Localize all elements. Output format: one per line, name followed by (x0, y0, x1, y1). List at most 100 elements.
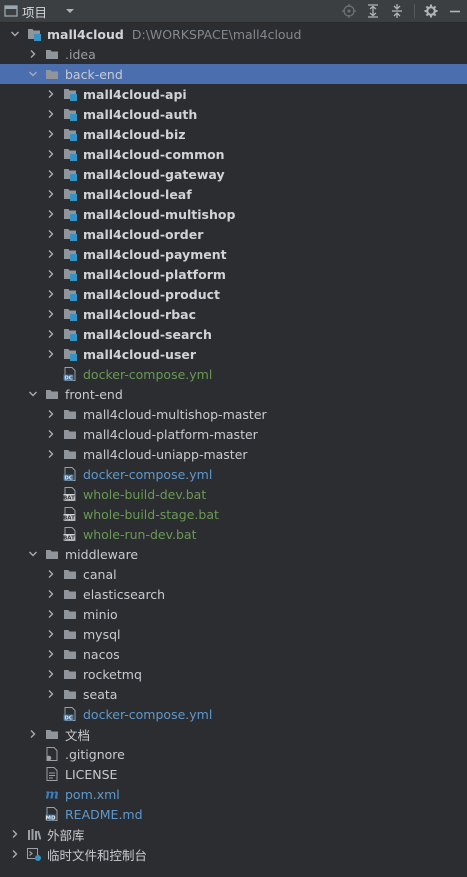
expand-all-button[interactable] (361, 0, 385, 22)
chevron-right-icon[interactable] (45, 328, 57, 340)
chevron-right-icon[interactable] (45, 428, 57, 440)
tree-item-label: pom.xml (65, 787, 120, 802)
tree-row[interactable]: elasticsearch (0, 584, 467, 604)
chevron-right-icon[interactable] (45, 248, 57, 260)
tree-row[interactable]: mall4cloud-gateway (0, 164, 467, 184)
locate-file-button[interactable] (337, 0, 361, 22)
tree-row[interactable]: mall4cloud-payment (0, 244, 467, 264)
bat-file-icon: BAT (63, 507, 77, 522)
hide-window-button[interactable] (443, 0, 467, 22)
tree-row[interactable]: 文档 (0, 724, 467, 744)
chevron-right-icon[interactable] (45, 628, 57, 640)
tree-row[interactable]: mall4cloud-multishop (0, 204, 467, 224)
folder-icon (63, 447, 77, 461)
tree-row[interactable]: mall4cloud-common (0, 144, 467, 164)
tree-row[interactable]: rocketmq (0, 664, 467, 684)
tree-row[interactable]: DC docker-compose.yml (0, 364, 467, 384)
chevron-right-icon[interactable] (45, 668, 57, 680)
chevron-right-icon[interactable] (27, 728, 39, 740)
tree-row[interactable]: mall4cloud-uniapp-master (0, 444, 467, 464)
chevron-down-icon[interactable] (27, 388, 39, 400)
tree-row[interactable]: .gitignore (0, 744, 467, 764)
chevron-right-icon[interactable] (45, 288, 57, 300)
chevron-down-icon[interactable] (27, 548, 39, 560)
chevron-down-icon[interactable] (27, 68, 39, 80)
tree-row[interactable]: MD README.md (0, 804, 467, 824)
tree-row[interactable]: mall4cloud-order (0, 224, 467, 244)
tree-row[interactable]: mall4cloud-search (0, 324, 467, 344)
tree-row[interactable]: seata (0, 684, 467, 704)
chevron-right-icon[interactable] (45, 208, 57, 220)
tree-row[interactable]: middleware (0, 544, 467, 564)
tree-row[interactable]: mall4cloud-user (0, 344, 467, 364)
tree-row[interactable]: front-end (0, 384, 467, 404)
chevron-right-icon[interactable] (45, 148, 57, 160)
chevron-right-icon[interactable] (45, 168, 57, 180)
chevron-right-icon[interactable] (9, 848, 21, 860)
chevron-right-icon[interactable] (45, 448, 57, 460)
tree-item-label: docker-compose.yml (83, 707, 212, 722)
chevron-right-icon[interactable] (45, 688, 57, 700)
gear-icon (424, 4, 438, 18)
chevron-right-icon[interactable] (45, 108, 57, 120)
tree-row[interactable]: .idea (0, 44, 467, 64)
tree-row[interactable]: mall4cloud-platform (0, 264, 467, 284)
collapse-all-button[interactable] (385, 0, 409, 22)
tree-row[interactable]: BAT whole-run-dev.bat (0, 524, 467, 544)
tree-row[interactable]: mall4cloud-api (0, 84, 467, 104)
chevron-right-icon[interactable] (45, 88, 57, 100)
chevron-down-icon[interactable] (9, 28, 21, 40)
tree-row[interactable]: minio (0, 604, 467, 624)
tree-item-label: docker-compose.yml (83, 467, 212, 482)
tree-row[interactable]: mall4cloud-product (0, 284, 467, 304)
tree-row[interactable]: mysql (0, 624, 467, 644)
chevron-right-icon[interactable] (45, 348, 57, 360)
tree-item-label: 文档 (65, 725, 90, 744)
chevron-right-icon[interactable] (45, 188, 57, 200)
project-view-selector[interactable]: 项目 (4, 2, 79, 21)
tree-row[interactable]: mall4cloud-rbac (0, 304, 467, 324)
chevron-right-icon[interactable] (45, 408, 57, 420)
project-tree[interactable]: mall4cloud D:\WORKSPACE\mall4cloud .idea ba… (0, 24, 467, 864)
chevron-right-icon[interactable] (45, 268, 57, 280)
tree-row[interactable]: BAT whole-build-dev.bat (0, 484, 467, 504)
folder-icon (63, 647, 77, 661)
tree-item-text: mall4cloud-biz (83, 126, 186, 142)
tree-row[interactable]: mall4cloud-auth (0, 104, 467, 124)
tree-item-label: mysql (83, 627, 121, 642)
tree-row[interactable]: mall4cloud-biz (0, 124, 467, 144)
tree-item-label: 外部库 (47, 825, 85, 844)
chevron-right-icon[interactable] (45, 308, 57, 320)
tree-item-label: mall4cloud-search (83, 327, 212, 342)
tree-row[interactable]: DC docker-compose.yml (0, 704, 467, 724)
chevron-right-icon[interactable] (45, 228, 57, 240)
chevron-right-icon[interactable] (45, 128, 57, 140)
tree-item-text: whole-build-stage.bat (83, 506, 219, 522)
tree-item-text: mall4cloud-multishop (83, 206, 236, 222)
chevron-right-icon[interactable] (27, 48, 39, 60)
tree-row[interactable]: mall4cloud-leaf (0, 184, 467, 204)
tree-item-text: elasticsearch (83, 586, 166, 602)
chevron-right-icon[interactable] (45, 588, 57, 600)
tree-row[interactable]: canal (0, 564, 467, 584)
tree-row[interactable]: mall4cloud D:\WORKSPACE\mall4cloud (0, 24, 467, 44)
chevron-right-icon[interactable] (45, 608, 57, 620)
tree-row[interactable]: back-end (0, 64, 467, 84)
tree-row[interactable]: mall4cloud-platform-master (0, 424, 467, 444)
tree-row[interactable]: 临时文件和控制台 (0, 844, 467, 864)
chevron-right-icon[interactable] (45, 568, 57, 580)
chevron-right-icon[interactable] (9, 828, 21, 840)
tree-row[interactable]: DC docker-compose.yml (0, 464, 467, 484)
tree-row[interactable]: m pom.xml (0, 784, 467, 804)
tree-row[interactable]: BAT whole-build-stage.bat (0, 504, 467, 524)
folder-icon (45, 547, 59, 561)
tree-item-text: mall4cloud-common (83, 146, 225, 162)
tree-item-text: mall4cloud-product (83, 286, 220, 302)
tree-row[interactable]: LICENSE (0, 764, 467, 784)
chevron-right-icon[interactable] (45, 648, 57, 660)
options-button[interactable] (419, 0, 443, 22)
tree-row[interactable]: mall4cloud-multishop-master (0, 404, 467, 424)
tree-row[interactable]: nacos (0, 644, 467, 664)
tree-row[interactable]: 外部库 (0, 824, 467, 844)
folder-icon (63, 667, 77, 681)
